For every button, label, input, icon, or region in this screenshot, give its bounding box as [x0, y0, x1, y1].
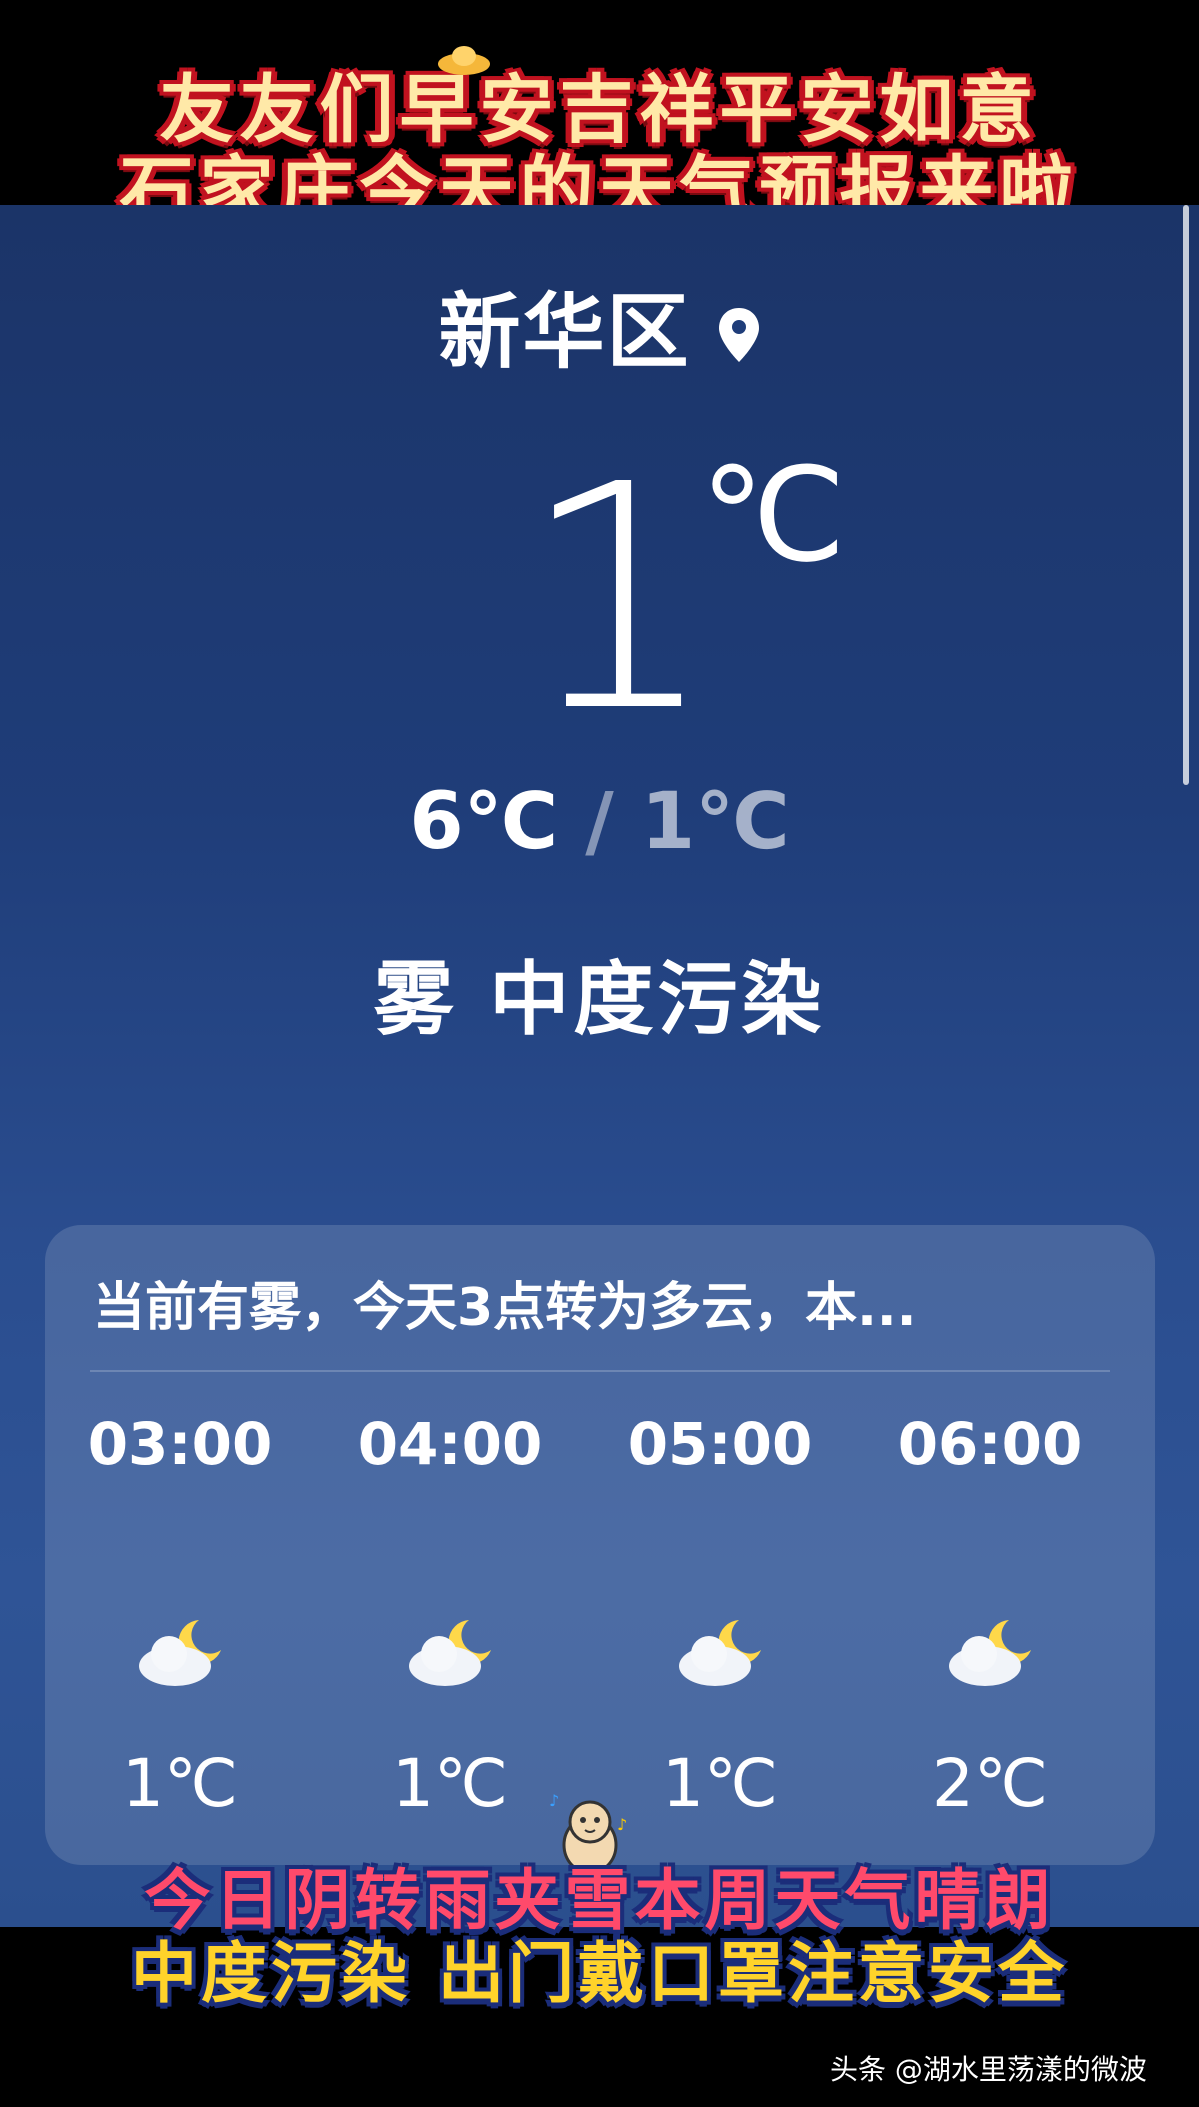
hourly-item[interactable]: 06:00 2℃	[855, 1225, 1125, 1865]
hour-temp: 2℃	[931, 1745, 1049, 1822]
location-name: 新华区	[438, 285, 691, 380]
hour-time: 05:00	[627, 1410, 813, 1478]
hour-time: 04:00	[357, 1410, 543, 1478]
bottom-banner: 今日阴转雨夹雪本周天气晴朗 中度污染 出门戴口罩注意安全	[0, 1862, 1199, 2012]
high-temp: 6℃	[409, 777, 559, 867]
bottom-banner-line-2: 中度污染 出门戴口罩注意安全	[131, 1934, 1068, 2012]
high-low-temperature: 6℃ / 1℃	[0, 783, 1199, 861]
svg-text:♪: ♪	[617, 1815, 627, 1834]
low-temp: 1℃	[640, 777, 790, 867]
location-pin-icon	[718, 308, 759, 362]
hour-time: 06:00	[897, 1410, 1083, 1478]
current-temperature: 1	[520, 419, 718, 780]
temperature-unit: ℃	[700, 439, 846, 591]
gold-ingot-icon	[438, 46, 490, 75]
hourly-item[interactable]: 03:00 1℃	[45, 1225, 315, 1865]
cloudy-night-icon	[409, 1620, 491, 1686]
high-low-separator: /	[558, 777, 641, 867]
hourly-item[interactable]: 05:00 1℃	[585, 1225, 855, 1865]
hour-time: 03:00	[87, 1410, 273, 1478]
location-header[interactable]: 新华区	[0, 265, 1199, 384]
hourly-forecast-card[interactable]: 当前有雾，今天3点转为多云，本... 03:00 1℃ 04:00 1℃ 05:…	[45, 1225, 1155, 1865]
weather-condition: 雾 中度污染	[373, 953, 826, 1046]
weather-app: 新华区 1 ℃ 6℃ / 1℃ 雾 中度污染 当前有雾，今天3点转为多云，本..…	[0, 205, 1199, 1927]
cloudy-night-icon	[949, 1620, 1031, 1686]
hourly-item[interactable]: 04:00 1℃	[315, 1225, 585, 1865]
cloudy-night-icon	[679, 1620, 761, 1686]
cloudy-night-icon	[139, 1620, 221, 1686]
svg-text:♪: ♪	[549, 1791, 559, 1810]
bottom-banner-line-1: 今日阴转雨夹雪本周天气晴朗	[144, 1862, 1055, 1939]
top-banner-line-1: 友友们早安吉祥平安如意	[159, 67, 1040, 153]
hour-temp: 1℃	[121, 1745, 239, 1822]
watermark: 头条 @湖水里荡漾的微波	[830, 2053, 1147, 2086]
